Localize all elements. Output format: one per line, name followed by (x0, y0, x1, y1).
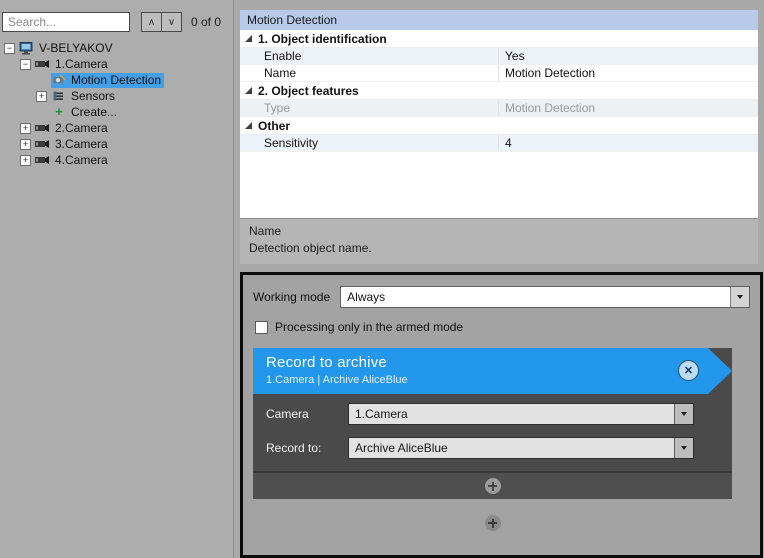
property-panel: Motion Detection 1. Object identificatio… (240, 10, 758, 218)
property-description-panel: Name Detection object name. (240, 218, 758, 264)
property-group-label: 2. Object features (258, 84, 359, 98)
armed-mode-label: Processing only in the armed mode (275, 320, 463, 334)
tree-item-camera-3[interactable]: + 3.Camera (0, 136, 233, 152)
armed-mode-row: Processing only in the armed mode (255, 320, 750, 334)
camera-icon (35, 138, 51, 151)
rule-title: Record to archive (266, 354, 732, 371)
camera-field-row: Camera 1.Camera (266, 403, 694, 425)
tree-item-camera-4[interactable]: + 4.Camera (0, 152, 233, 168)
group-expanded-icon (245, 87, 252, 94)
property-row-enable: Enable Yes (240, 48, 758, 65)
property-grid-filler (240, 152, 758, 218)
tree-item-label: Motion Detection (71, 73, 161, 87)
rule-subtitle: 1.Camera | Archive AliceBlue (266, 374, 732, 386)
right-panel: Motion Detection 1. Object identificatio… (240, 0, 764, 558)
property-group-other[interactable]: Other (240, 117, 758, 135)
chevron-down-icon (737, 295, 743, 299)
motion-detection-icon (52, 74, 68, 87)
description-text: Detection object name. (249, 241, 749, 255)
camera-icon (35, 58, 51, 71)
tree-item-label: 1.Camera (55, 57, 108, 71)
add-action-row (253, 471, 732, 499)
search-row: ∧ ∨ 0 of 0 (0, 0, 233, 38)
working-mode-row: Working mode Always (253, 286, 750, 308)
property-group-label: 1. Object identification (258, 32, 387, 46)
tree-collapse-icon[interactable]: − (20, 59, 31, 70)
tree-item-create[interactable]: + Create... (0, 104, 233, 120)
group-expanded-icon (245, 122, 252, 129)
record-to-archive-card: Record to archive 1.Camera | Archive Ali… (253, 348, 732, 499)
device-tree: − V-BELYAKOV − 1.Camera M (0, 38, 233, 168)
property-row-name: Name Motion Detection (240, 65, 758, 82)
search-result-counter: 0 of 0 (191, 15, 221, 29)
property-panel-title: Motion Detection (240, 10, 758, 30)
dropdown-button[interactable] (674, 438, 693, 458)
property-value[interactable]: Motion Detection (499, 65, 758, 81)
armed-mode-checkbox[interactable] (255, 321, 268, 334)
camera-icon (35, 122, 51, 135)
group-expanded-icon (245, 35, 252, 42)
tree-expand-icon[interactable]: + (20, 123, 31, 134)
tree-collapse-icon[interactable]: − (4, 43, 15, 54)
search-input[interactable] (2, 12, 130, 32)
camera-icon (35, 154, 51, 167)
property-group-object-features[interactable]: 2. Object features (240, 82, 758, 100)
detection-settings-panel: Working mode Always Processing only in t… (240, 272, 763, 558)
tree-item-server[interactable]: − V-BELYAKOV (0, 40, 233, 56)
property-value[interactable]: Yes (499, 48, 758, 64)
camera-field-label: Camera (266, 407, 348, 421)
dropdown-button[interactable] (730, 287, 749, 307)
tree-item-label: 4.Camera (55, 153, 108, 167)
property-group-label: Other (258, 119, 290, 133)
tree-item-camera-1[interactable]: − 1.Camera (0, 56, 233, 72)
add-icon[interactable] (485, 478, 501, 494)
close-icon[interactable]: ✕ (678, 360, 699, 381)
tree-item-label: 2.Camera (55, 121, 108, 135)
add-icon[interactable] (485, 515, 501, 531)
search-next-button[interactable]: ∨ (161, 13, 181, 31)
chevron-down-icon (681, 446, 687, 450)
property-row-sensitivity: Sensitivity 4 (240, 135, 758, 152)
camera-dropdown[interactable]: 1.Camera (348, 403, 694, 425)
property-name: Name (240, 65, 499, 81)
tree-item-camera-2[interactable]: + 2.Camera (0, 120, 233, 136)
record-to-field-label: Record to: (266, 441, 348, 455)
property-name: Enable (240, 48, 499, 64)
description-title: Name (249, 224, 749, 238)
tree-item-sensors[interactable]: + Sensors (0, 88, 233, 104)
tree-expand-icon[interactable]: + (36, 91, 47, 102)
rule-card-body: Camera 1.Camera Record to: Archive Alice… (253, 394, 732, 499)
app-root: ∧ ∨ 0 of 0 − V-BELYAKOV − 1.Camera (0, 0, 764, 558)
working-mode-label: Working mode (253, 290, 330, 304)
tree-item-motion-detection[interactable]: Motion Detection (0, 72, 233, 88)
tree-expand-icon[interactable]: + (20, 139, 31, 150)
property-row-type: Type Motion Detection (240, 100, 758, 117)
working-mode-dropdown[interactable]: Always (340, 286, 750, 308)
property-value: Motion Detection (499, 100, 758, 116)
record-to-field-row: Record to: Archive AliceBlue (266, 437, 694, 459)
tree-item-label: 3.Camera (55, 137, 108, 151)
computer-icon (19, 42, 35, 55)
property-name: Type (240, 100, 499, 116)
record-to-dropdown-value: Archive AliceBlue (349, 438, 674, 458)
record-to-dropdown[interactable]: Archive AliceBlue (348, 437, 694, 459)
add-rule-row (253, 507, 732, 539)
dropdown-button[interactable] (674, 404, 693, 424)
create-plus-icon: + (51, 106, 67, 118)
camera-dropdown-value: 1.Camera (349, 404, 674, 424)
tree-item-label: Create... (71, 105, 117, 119)
working-mode-value: Always (341, 287, 730, 307)
chevron-down-icon (681, 412, 687, 416)
device-tree-panel: ∧ ∨ 0 of 0 − V-BELYAKOV − 1.Camera (0, 0, 234, 558)
sensors-icon (51, 90, 67, 103)
property-value[interactable]: 4 (499, 135, 758, 151)
search-nav-group: ∧ ∨ (141, 12, 182, 32)
tree-item-label: Sensors (71, 89, 115, 103)
rule-banner: Record to archive 1.Camera | Archive Ali… (253, 348, 732, 394)
search-prev-button[interactable]: ∧ (142, 13, 161, 31)
tree-item-label: V-BELYAKOV (39, 41, 113, 55)
property-group-object-identification[interactable]: 1. Object identification (240, 30, 758, 48)
tree-expand-icon[interactable]: + (20, 155, 31, 166)
property-name: Sensitivity (240, 135, 499, 151)
